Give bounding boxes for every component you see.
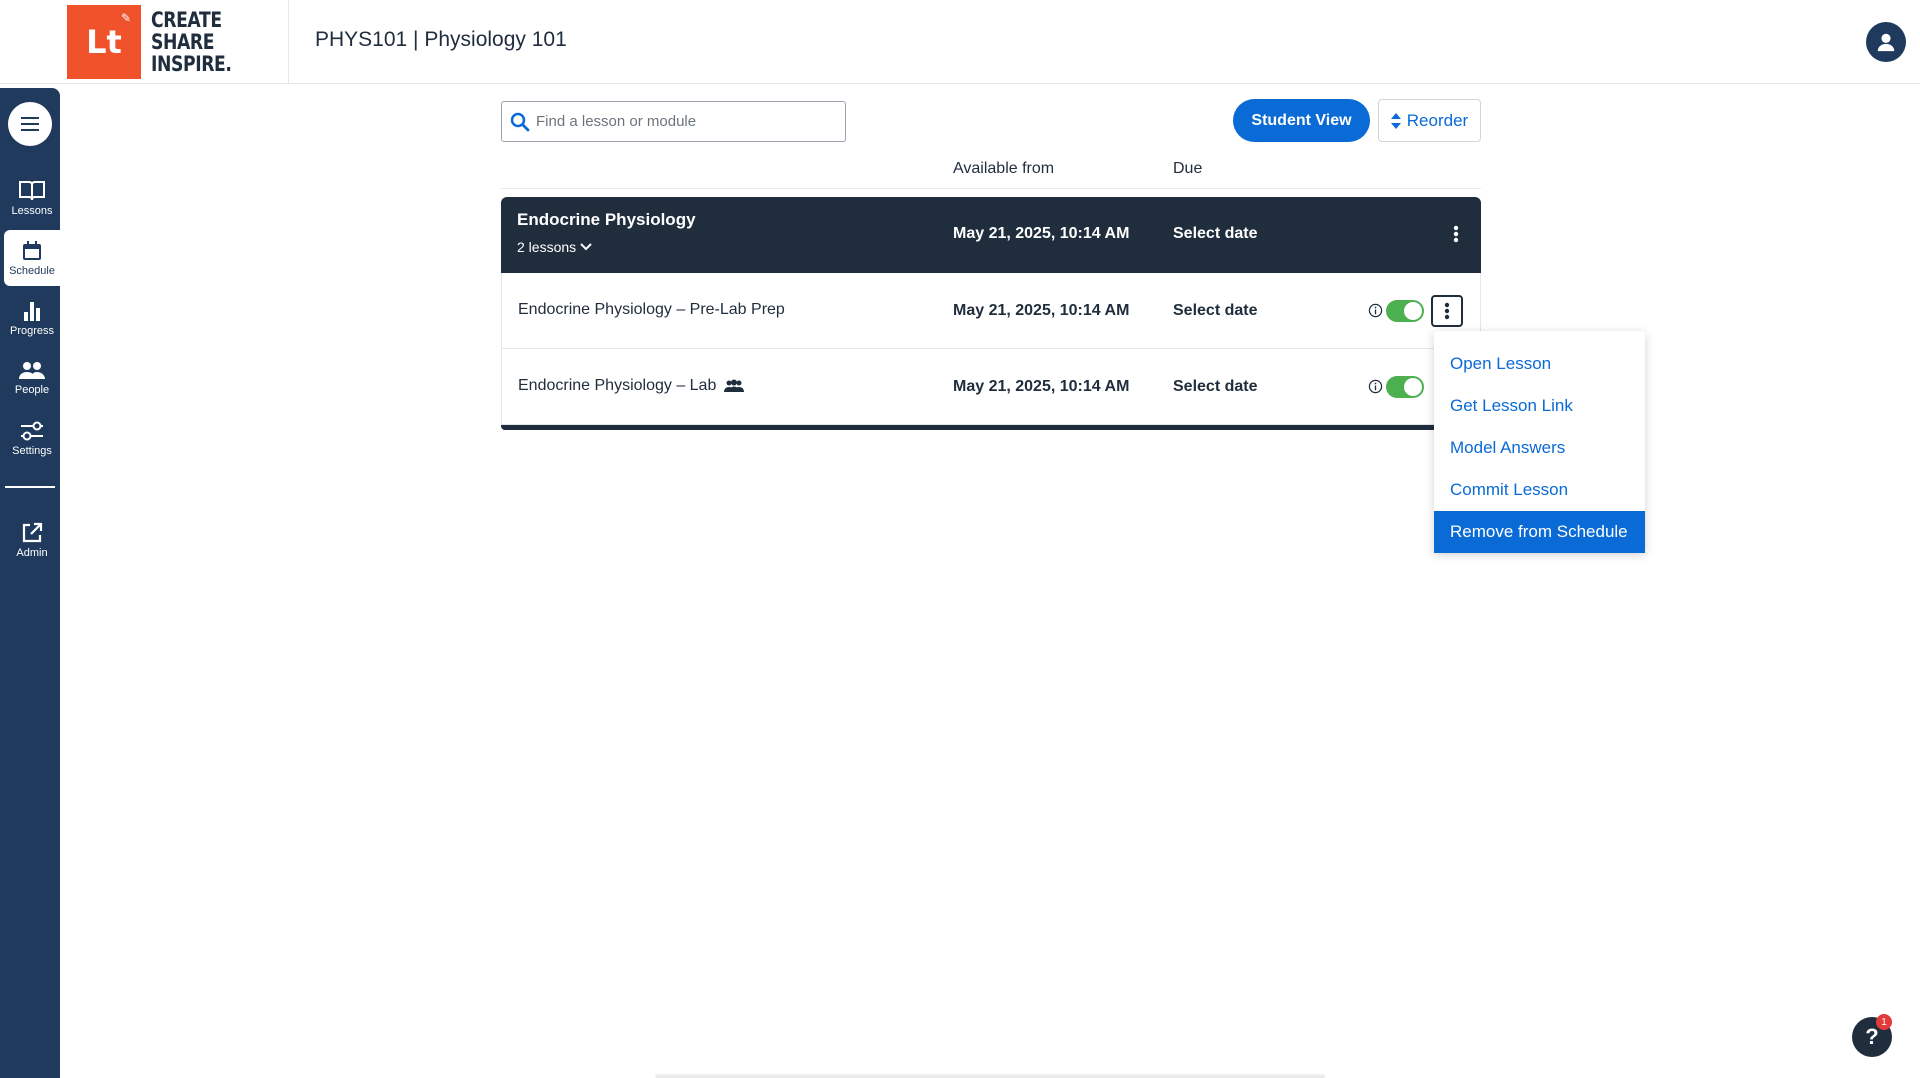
lesson-name-cell[interactable]: Endocrine Physiology – Pre-Lab Prep bbox=[518, 301, 785, 319]
publish-toggle[interactable] bbox=[1386, 376, 1424, 398]
lesson-row: Endocrine Physiology – Pre-Lab Prep May … bbox=[501, 273, 1481, 349]
toggle-knob bbox=[1404, 378, 1422, 396]
sidebar-item-people[interactable]: People bbox=[4, 350, 60, 406]
spark-icon: ✎ bbox=[120, 11, 131, 25]
lesson-name: Endocrine Physiology – Lab bbox=[518, 377, 717, 394]
chevron-down-icon bbox=[580, 243, 592, 251]
logo-mark: Lt ✎ bbox=[67, 5, 141, 79]
sidebar: Lessons Schedule Progress People Setting… bbox=[0, 88, 60, 1078]
lesson-context-menu: Open Lesson Get Lesson Link Model Answer… bbox=[1434, 331, 1645, 553]
sidebar-divider bbox=[5, 486, 55, 488]
logo-line-inspire: INSPIRE. bbox=[151, 52, 232, 76]
module-row: Endocrine Physiology 2 lessons May 21, 2… bbox=[501, 197, 1481, 273]
logo-line-share: SHARE bbox=[151, 30, 215, 54]
reorder-label: Reorder bbox=[1406, 110, 1469, 130]
user-icon bbox=[1877, 33, 1895, 52]
module-more-button[interactable] bbox=[1441, 219, 1471, 249]
book-icon bbox=[19, 180, 45, 200]
module-name: Endocrine Physiology bbox=[517, 210, 696, 229]
publish-toggle[interactable] bbox=[1386, 300, 1424, 322]
sidebar-item-schedule[interactable]: Schedule bbox=[4, 230, 60, 286]
info-icon[interactable] bbox=[1368, 379, 1383, 394]
sidebar-item-label: Settings bbox=[12, 444, 52, 457]
column-header-available-from: Available from bbox=[953, 160, 1055, 177]
module-available-from: May 21, 2025, 10:14 AM bbox=[953, 225, 1130, 242]
sliders-icon bbox=[21, 421, 43, 440]
people-icon bbox=[19, 361, 45, 379]
lesson-due-date-picker[interactable]: Select date bbox=[1173, 302, 1257, 320]
logo[interactable]: Lt ✎ CREATE SHARE INSPIRE. bbox=[67, 4, 290, 80]
header-divider bbox=[288, 0, 289, 84]
module-lesson-count-toggle[interactable]: 2 lessons bbox=[517, 239, 592, 255]
table-bottom-border bbox=[501, 425, 1481, 430]
menu-item-get-lesson-link[interactable]: Get Lesson Link bbox=[1434, 385, 1645, 427]
lesson-more-button[interactable] bbox=[1431, 295, 1463, 327]
course-title: PHYS101 | Physiology 101 bbox=[315, 28, 567, 51]
sidebar-item-label: Progress bbox=[9, 324, 55, 337]
bottom-scroll-shadow bbox=[655, 1074, 1325, 1078]
logo-tagline: CREATE SHARE INSPIRE. bbox=[151, 9, 232, 75]
sidebar-item-label: People bbox=[14, 383, 50, 396]
student-view-button[interactable]: Student View bbox=[1233, 99, 1370, 142]
kebab-icon bbox=[1444, 302, 1450, 320]
column-header-due: Due bbox=[1173, 160, 1203, 177]
sidebar-item-settings[interactable]: Settings bbox=[4, 410, 60, 466]
top-bar: Lt ✎ CREATE SHARE INSPIRE. PHYS101 | Phy… bbox=[0, 0, 1920, 84]
lesson-row: Endocrine Physiology – Lab May 21, 2025,… bbox=[501, 349, 1481, 425]
lesson-due-date-picker[interactable]: Select date bbox=[1173, 378, 1257, 396]
reorder-button[interactable]: Reorder bbox=[1378, 99, 1481, 142]
bar-chart-icon bbox=[24, 301, 40, 321]
calendar-icon bbox=[23, 240, 41, 260]
sidebar-item-admin[interactable]: Admin bbox=[4, 512, 60, 568]
kebab-icon bbox=[1453, 225, 1459, 243]
toggle-knob bbox=[1404, 302, 1422, 320]
menu-item-commit-lesson[interactable]: Commit Lesson bbox=[1434, 469, 1645, 511]
sort-icon bbox=[1390, 112, 1401, 129]
lesson-available-from: May 21, 2025, 10:14 AM bbox=[953, 378, 1130, 395]
sidebar-item-progress[interactable]: Progress bbox=[4, 290, 60, 346]
hamburger-icon bbox=[21, 117, 39, 131]
lesson-name: Endocrine Physiology – Pre-Lab Prep bbox=[518, 301, 785, 318]
lesson-available-from: May 21, 2025, 10:14 AM bbox=[953, 302, 1130, 319]
search-icon bbox=[510, 112, 530, 131]
menu-toggle-button[interactable] bbox=[8, 102, 52, 146]
search-input[interactable] bbox=[536, 113, 836, 130]
lesson-name-cell[interactable]: Endocrine Physiology – Lab bbox=[518, 377, 745, 395]
module-due-date-picker[interactable]: Select date bbox=[1173, 225, 1257, 243]
info-icon[interactable] bbox=[1368, 303, 1383, 318]
menu-item-remove-from-schedule[interactable]: Remove from Schedule bbox=[1434, 511, 1645, 553]
user-avatar[interactable] bbox=[1866, 22, 1906, 62]
sidebar-item-lessons[interactable]: Lessons bbox=[4, 170, 60, 226]
logo-line-create: CREATE bbox=[151, 8, 222, 32]
group-icon bbox=[724, 379, 745, 392]
logo-mark-text: Lt bbox=[86, 23, 122, 61]
external-link-icon bbox=[22, 522, 43, 542]
menu-item-open-lesson[interactable]: Open Lesson bbox=[1434, 343, 1645, 385]
help-notification-badge: 1 bbox=[1876, 1014, 1892, 1030]
module-lesson-count: 2 lessons bbox=[517, 239, 577, 255]
menu-item-model-answers[interactable]: Model Answers bbox=[1434, 427, 1645, 469]
search-box bbox=[501, 101, 846, 142]
header-divider-line bbox=[501, 188, 1481, 189]
sidebar-item-label: Schedule bbox=[9, 264, 55, 277]
sidebar-item-label: Lessons bbox=[11, 204, 53, 217]
sidebar-item-label: Admin bbox=[16, 546, 48, 559]
